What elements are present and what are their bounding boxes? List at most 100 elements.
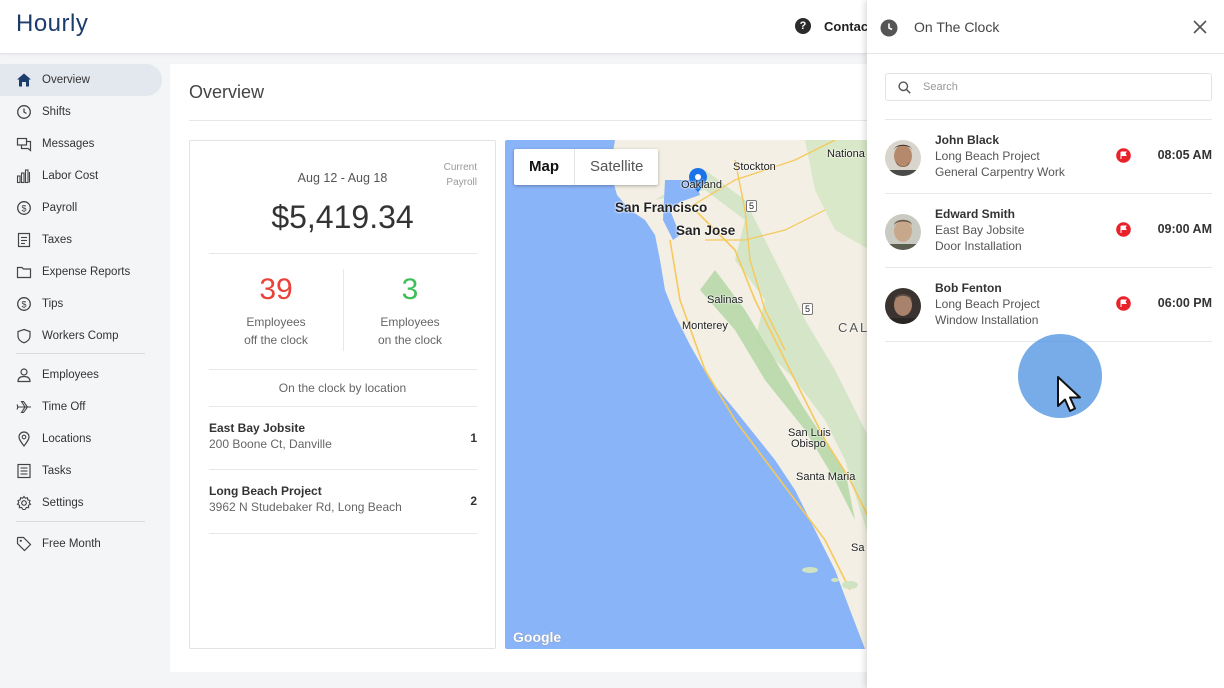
sidebar-item-label: Expense Reports: [42, 266, 131, 278]
mouse-pointer-icon: [1057, 376, 1081, 412]
location-address: 3962 N Studebaker Rd, Long Beach: [209, 500, 402, 514]
location-row[interactable]: East Bay Jobsite 200 Boone Ct, Danville …: [209, 421, 477, 451]
sidebar: Overview Shifts Messages Labor Cost $ Pa…: [0, 54, 170, 688]
on-clock-label: Employees on the clock: [343, 313, 477, 349]
svg-text:$: $: [21, 203, 26, 213]
employee-name: Edward Smith: [935, 207, 1016, 221]
satellite-button[interactable]: Satellite: [575, 149, 658, 185]
employee-row[interactable]: Bob Fenton Long Beach Project Window Ins…: [885, 267, 1212, 341]
sidebar-item-label: Tips: [42, 298, 64, 310]
sidebar-item-shifts[interactable]: Shifts: [0, 96, 162, 128]
chat-icon: [16, 137, 32, 152]
search-icon: [898, 80, 911, 94]
sidebar-item-label: Employees: [42, 369, 99, 381]
flag-icon[interactable]: [1116, 296, 1131, 311]
sidebar-item-label: Messages: [42, 138, 95, 150]
search-input[interactable]: [923, 81, 1183, 93]
employee-row[interactable]: Edward Smith East Bay Jobsite Door Insta…: [885, 193, 1212, 267]
clock-icon: [880, 19, 898, 37]
sidebar-item-tips[interactable]: $ Tips: [0, 288, 162, 320]
map-terrain: [610, 140, 870, 649]
folder-icon: [16, 266, 32, 279]
sidebar-item-tasks[interactable]: Tasks: [0, 455, 162, 487]
employee-info: Edward Smith East Bay Jobsite Door Insta…: [935, 206, 1024, 254]
flag-icon[interactable]: [1116, 148, 1131, 163]
map-view[interactable]: Map Satellite Oakland Stockton Nationa S…: [505, 140, 870, 649]
sidebar-item-locations[interactable]: Locations: [0, 423, 162, 455]
current-payroll-label-line: Current: [443, 162, 477, 173]
sidebar-item-label: Settings: [42, 497, 84, 509]
sidebar-item-payroll[interactable]: $ Payroll: [0, 192, 162, 224]
sidebar-divider: [16, 521, 145, 522]
clock-in-time: 09:00 AM: [1157, 222, 1212, 236]
dollar-icon: $: [17, 297, 31, 311]
map-label-national: Nationa: [827, 148, 865, 160]
clock-in-time: 06:00 PM: [1157, 296, 1212, 310]
sidebar-item-labor-cost[interactable]: Labor Cost: [0, 160, 162, 192]
sidebar-item-overview[interactable]: Overview: [0, 64, 162, 96]
off-clock-stat[interactable]: 39 Employees off the clock: [209, 273, 343, 349]
employee-project: Long Beach Project: [935, 149, 1040, 163]
sidebar-item-workers-comp[interactable]: Workers Comp: [0, 320, 162, 352]
on-clock-stat[interactable]: 3 Employees on the clock: [343, 273, 477, 349]
person-icon: [17, 368, 31, 383]
main-content: Overview Aug 12 - Aug 18 Current Payroll…: [170, 64, 870, 672]
sidebar-item-label: Overview: [42, 74, 90, 86]
employee-task: Window Installation: [935, 313, 1039, 327]
sidebar-item-expense-reports[interactable]: Expense Reports: [0, 256, 162, 288]
sidebar-divider: [16, 353, 145, 354]
contact-link[interactable]: ? Contact: [795, 18, 872, 34]
employee-project: East Bay Jobsite: [935, 223, 1025, 237]
map-label-sa: Sa: [851, 542, 865, 554]
clock-icon: [17, 105, 31, 119]
dollar-icon: $: [17, 201, 31, 215]
title-divider: [189, 120, 870, 121]
payroll-amount: $5,419.34: [271, 199, 414, 235]
flag-icon[interactable]: [1116, 222, 1131, 237]
on-clock-count: 3: [401, 273, 419, 306]
document-icon: [17, 232, 31, 248]
sidebar-item-messages[interactable]: Messages: [0, 128, 162, 160]
close-icon[interactable]: [1192, 19, 1208, 35]
map-label-santa-maria: Santa Maria: [796, 471, 856, 483]
list-icon: [17, 463, 31, 479]
sidebar-item-settings[interactable]: Settings: [0, 487, 162, 519]
off-clock-count: 39: [259, 273, 293, 306]
employee-info: John Black Long Beach Project General Ca…: [935, 132, 1065, 180]
map-label-monterey: Monterey: [682, 320, 728, 332]
card-divider: [209, 533, 477, 534]
drawer-header: On The Clock: [867, 0, 1224, 54]
bar-chart-icon: [16, 169, 31, 184]
map-label-california: CAL: [838, 320, 870, 335]
avatar: [885, 214, 921, 250]
employee-task: General Carpentry Work: [935, 165, 1065, 179]
sidebar-item-employees[interactable]: Employees: [0, 359, 162, 391]
current-payroll-label: Current Payroll: [417, 160, 477, 190]
svg-text:$: $: [21, 299, 26, 309]
app-logo[interactable]: Hourly: [16, 10, 88, 38]
sidebar-item-label: Locations: [42, 433, 92, 445]
location-name: Long Beach Project: [209, 484, 322, 498]
map-label-stockton: Stockton: [733, 161, 776, 173]
sidebar-item-taxes[interactable]: Taxes: [0, 224, 162, 256]
sidebar-item-free-month[interactable]: Free Month: [0, 528, 162, 560]
page-title: Overview: [189, 82, 265, 102]
contact-label: Contact: [824, 18, 873, 34]
pin-icon: [18, 431, 30, 447]
employee-name: John Black: [935, 133, 1000, 147]
map-type-toggle: Map Satellite: [514, 149, 659, 185]
map-button[interactable]: Map: [514, 149, 575, 185]
stat-label-line: on the clock: [377, 333, 443, 347]
payroll-card: Aug 12 - Aug 18 Current Payroll $5,419.3…: [189, 140, 496, 649]
sidebar-item-time-off[interactable]: Time Off: [0, 391, 162, 423]
employee-info: Bob Fenton Long Beach Project Window Ins…: [935, 280, 1040, 328]
stat-label-line: off the clock: [244, 333, 308, 347]
map-label-san-jose: San Jose: [676, 223, 736, 238]
employee-row[interactable]: John Black Long Beach Project General Ca…: [885, 119, 1212, 193]
plane-icon: [16, 400, 31, 414]
gear-icon: [16, 495, 32, 511]
location-row[interactable]: Long Beach Project 3962 N Studebaker Rd,…: [209, 484, 477, 514]
sidebar-item-label: Workers Comp: [42, 330, 119, 342]
google-logo: Google: [513, 629, 562, 645]
employee-project: Long Beach Project: [935, 297, 1040, 311]
